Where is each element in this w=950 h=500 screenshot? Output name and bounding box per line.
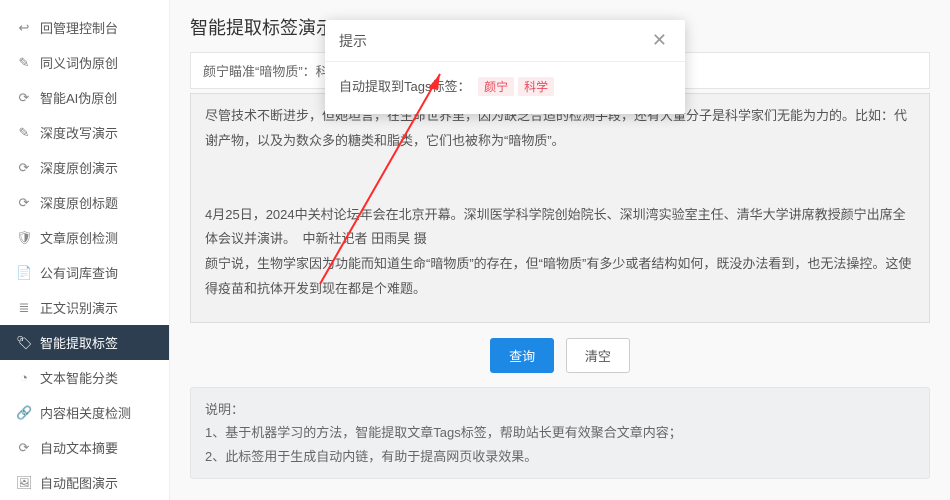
sidebar-item-13[interactable]: 🖼 自动配图演示	[0, 465, 169, 500]
sidebar-item-0[interactable]: ↩ 回管理控制台	[0, 10, 169, 45]
sidebar-item-10[interactable]: ◔ 文本智能分类	[0, 360, 169, 395]
sidebar-label: 回管理控制台	[40, 18, 118, 37]
extracted-tag: 颜宁	[478, 77, 514, 96]
sidebar-item-1[interactable]: ✎ 同义词伪原创	[0, 45, 169, 80]
sidebar-label: 自动配图演示	[40, 473, 118, 492]
sidebar-item-5[interactable]: ⟳ 深度原创标题	[0, 185, 169, 220]
sidebar-item-6[interactable]: 🛡 文章原创检测	[0, 220, 169, 255]
sidebar-label: 文章原创检测	[40, 228, 118, 247]
note-line-1: 1、基于机器学习的方法，智能提取文章Tags标签，帮助站长更有效聚合文章内容；	[205, 421, 915, 444]
sidebar-icon: ↩	[16, 20, 32, 36]
clear-button[interactable]: 清空	[566, 338, 630, 373]
sidebar-label: 深度原创演示	[40, 158, 118, 177]
modal-body: 自动提取到Tags标签： 颜宁科学	[325, 62, 685, 114]
sidebar-icon: ⟳	[16, 160, 32, 176]
query-button[interactable]: 查询	[490, 338, 554, 373]
content-textarea[interactable]	[190, 93, 930, 323]
sidebar-icon: ⟳	[16, 195, 32, 211]
close-icon[interactable]: ✕	[648, 30, 671, 51]
note-heading: 说明：	[205, 398, 915, 421]
extracted-tag: 科学	[518, 77, 554, 96]
sidebar-icon: 🏷	[16, 335, 32, 351]
sidebar-label: 文本智能分类	[40, 368, 118, 387]
sidebar-icon: ⟳	[16, 90, 32, 106]
sidebar-item-2[interactable]: ⟳ 智能AI伪原创	[0, 80, 169, 115]
sidebar-label: 正文识别演示	[40, 298, 118, 317]
sidebar-label: 智能AI伪原创	[40, 88, 117, 107]
modal-title: 提示	[339, 31, 367, 51]
sidebar-item-4[interactable]: ⟳ 深度原创演示	[0, 150, 169, 185]
sidebar-label: 公有词库查询	[40, 263, 118, 282]
sidebar: ↩ 回管理控制台 ✎ 同义词伪原创 ⟳ 智能AI伪原创 ✎ 深度改写演示 ⟳ 深度原创演示 ⟳ 深度原…	[0, 0, 170, 500]
sidebar-icon: ✎	[16, 125, 32, 141]
sidebar-icon: ◔	[16, 370, 32, 385]
sidebar-item-8[interactable]: ≣ 正文识别演示	[0, 290, 169, 325]
sidebar-item-3[interactable]: ✎ 深度改写演示	[0, 115, 169, 150]
sidebar-label: 自动文本摘要	[40, 438, 118, 457]
sidebar-label: 深度改写演示	[40, 123, 118, 142]
alert-modal: 提示 ✕ 自动提取到Tags标签： 颜宁科学	[325, 20, 685, 114]
note-box: 说明： 1、基于机器学习的方法，智能提取文章Tags标签，帮助站长更有效聚合文章…	[190, 387, 930, 479]
note-line-2: 2、此标签用于生成自动内链，有助于提高网页收录效果。	[205, 445, 915, 468]
sidebar-label: 同义词伪原创	[40, 53, 118, 72]
sidebar-label: 内容相关度检测	[40, 403, 131, 422]
sidebar-label: 深度原创标题	[40, 193, 118, 212]
sidebar-icon: 🖼	[16, 475, 32, 491]
sidebar-item-9[interactable]: 🏷 智能提取标签	[0, 325, 169, 360]
sidebar-item-12[interactable]: ⟳ 自动文本摘要	[0, 430, 169, 465]
modal-prefix: 自动提取到Tags标签：	[339, 79, 470, 94]
sidebar-item-7[interactable]: 📄 公有词库查询	[0, 255, 169, 290]
sidebar-label: 智能提取标签	[40, 333, 118, 352]
button-row: 查询 清空	[190, 338, 930, 373]
sidebar-icon: 🔗	[16, 405, 32, 421]
sidebar-icon: 🛡	[16, 230, 32, 246]
sidebar-item-11[interactable]: 🔗 内容相关度检测	[0, 395, 169, 430]
sidebar-icon: ✎	[16, 55, 32, 71]
sidebar-icon: 📄	[16, 265, 32, 281]
sidebar-icon: ⟳	[16, 440, 32, 456]
sidebar-icon: ≣	[16, 300, 32, 316]
